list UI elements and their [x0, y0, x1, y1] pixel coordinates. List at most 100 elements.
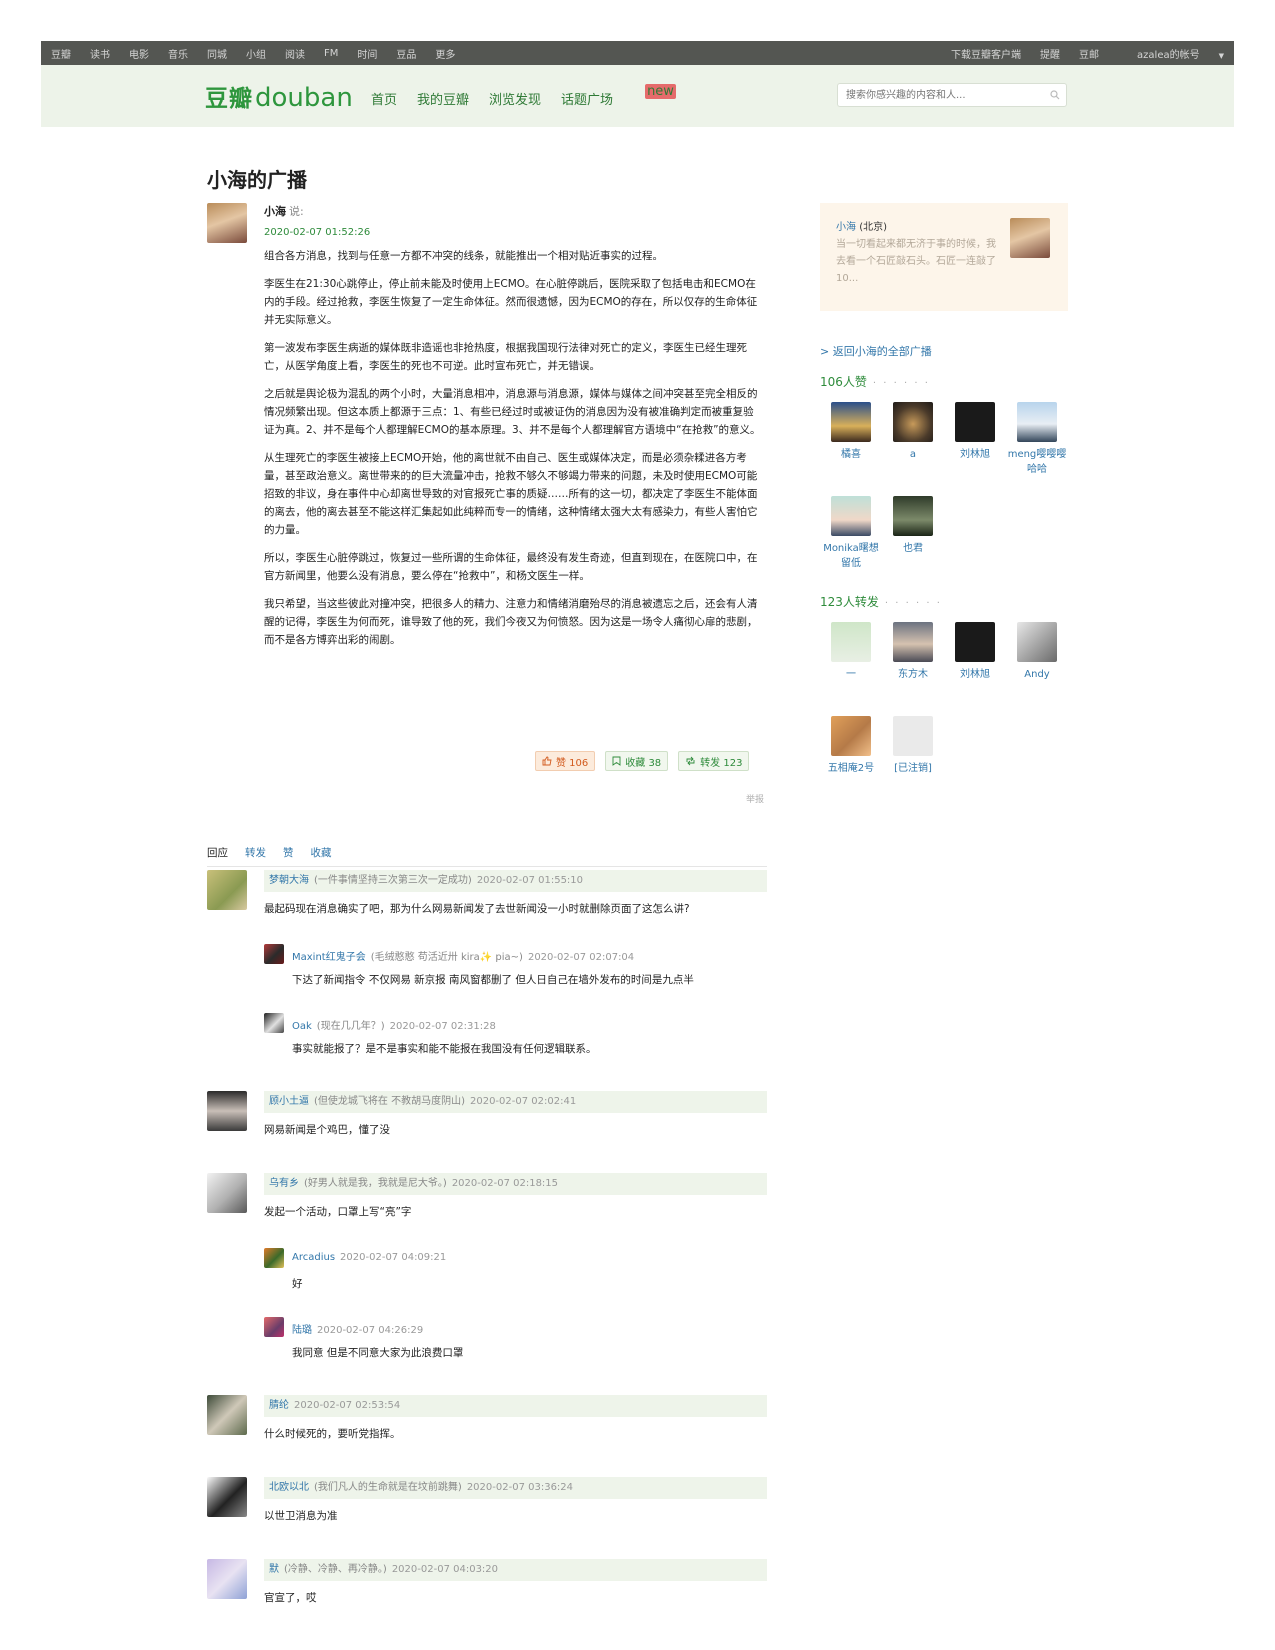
global-nav-local[interactable]: 同城	[207, 46, 227, 61]
mail-link[interactable]: 豆邮	[1079, 46, 1099, 61]
resharer-avatar[interactable]	[955, 622, 995, 662]
global-nav-music[interactable]: 音乐	[168, 46, 188, 61]
liker-name[interactable]: a	[882, 447, 944, 462]
liker-item[interactable]: 也君	[882, 496, 944, 556]
profile-avatar[interactable]	[1010, 218, 1050, 258]
resharer-item[interactable]: Andy	[1006, 622, 1068, 682]
liker-avatar[interactable]	[1017, 402, 1057, 442]
liker-avatar[interactable]	[831, 496, 871, 536]
nav-home[interactable]: 首页	[371, 89, 397, 108]
liker-avatar[interactable]	[831, 402, 871, 442]
global-nav-fm[interactable]: FM	[324, 48, 338, 59]
default-user-icon[interactable]	[893, 716, 933, 756]
report-link[interactable]: 举报	[746, 792, 764, 805]
liker-item[interactable]: 橘喜	[820, 402, 882, 462]
replier-name[interactable]: Oak	[292, 1021, 312, 1032]
resharer-avatar[interactable]	[893, 622, 933, 662]
liker-item[interactable]: Monika曙想留低	[820, 496, 882, 571]
tab-collects[interactable]: 收藏	[311, 845, 332, 866]
resharer-item[interactable]: 东方木	[882, 622, 944, 682]
tab-replies[interactable]: 回应	[207, 845, 228, 866]
post-paragraph: 我只希望，当这些彼此对撞冲突，把很多人的精力、注意力和情绪消磨殆尽的消息被遗忘之…	[264, 598, 758, 646]
liker-name[interactable]: 也君	[882, 541, 944, 556]
replier-avatar[interactable]	[264, 1317, 284, 1337]
commenter-avatar[interactable]	[207, 1173, 247, 1213]
resharer-name[interactable]: 东方木	[882, 667, 944, 682]
likes-count-label[interactable]: 106人赞	[820, 375, 867, 389]
commenter-avatar[interactable]	[207, 1559, 247, 1599]
liker-avatar[interactable]	[893, 496, 933, 536]
account-menu[interactable]: azalea的帐号 ▼	[1118, 46, 1224, 61]
liker-avatar[interactable]	[893, 402, 933, 442]
commenter-name[interactable]: 顾小土逼	[269, 1096, 309, 1107]
liker-item[interactable]: a	[882, 402, 944, 462]
liker-name[interactable]: meng嘤嘤嘤哈哈	[1006, 447, 1068, 477]
commenter-avatar[interactable]	[207, 1477, 247, 1517]
global-nav-movie[interactable]: 电影	[129, 46, 149, 61]
nav-explore[interactable]: 浏览发现	[489, 89, 541, 108]
replier-name[interactable]: Arcadius	[292, 1252, 335, 1263]
resharer-item[interactable]: 刘林旭	[944, 622, 1006, 682]
liker-name[interactable]: 刘林旭	[944, 447, 1006, 462]
nav-my-douban[interactable]: 我的豆瓣	[417, 89, 469, 108]
resharer-avatar[interactable]	[831, 622, 871, 662]
resharer-name[interactable]: 一	[820, 667, 882, 682]
global-nav-time[interactable]: 时间	[357, 46, 377, 61]
resharer-name[interactable]: 五相庵2号	[820, 761, 882, 776]
author-avatar[interactable]	[207, 203, 247, 243]
commenter-name[interactable]: 北欧以北	[269, 1482, 309, 1493]
tab-reshares[interactable]: 转发	[245, 845, 266, 866]
resharer-item[interactable]: [已注销]	[882, 716, 944, 776]
like-button[interactable]: 赞 106	[535, 751, 596, 771]
search-icon[interactable]	[1044, 90, 1066, 100]
liker-item[interactable]: meng嘤嘤嘤哈哈	[1006, 402, 1068, 477]
resharer-avatar[interactable]	[831, 716, 871, 756]
nav-topics[interactable]: 话题广场 new	[561, 84, 684, 108]
download-app-link[interactable]: 下载豆瓣客户端	[951, 46, 1021, 61]
replier-avatar[interactable]	[264, 1013, 284, 1033]
commenter-avatar[interactable]	[207, 870, 247, 910]
liker-avatar[interactable]	[955, 402, 995, 442]
logo-en: douban	[255, 83, 353, 113]
search-input[interactable]	[838, 85, 1044, 105]
collect-button[interactable]: 收藏 38	[605, 751, 669, 771]
global-nav-more[interactable]: 更多	[435, 46, 455, 61]
comment-header: 梦朝大海 (一件事情坚持三次第三次一定成功) 2020-02-07 01:55:10	[264, 870, 767, 892]
post-paragraph: 第一波发布李医生病逝的媒体既非造谣也非抢热度，根据我国现行法律对死亡的定义，李医…	[264, 342, 747, 372]
replier-avatar[interactable]	[264, 1248, 284, 1268]
replier-name[interactable]: 陆璐	[292, 1325, 312, 1336]
liker-name[interactable]: Monika曙想留低	[820, 541, 882, 571]
douban-logo[interactable]: 豆瓣 douban	[205, 79, 353, 113]
replier-avatar[interactable]	[264, 944, 284, 964]
global-nav-read[interactable]: 阅读	[285, 46, 305, 61]
global-nav-book[interactable]: 读书	[90, 46, 110, 61]
notifications-link[interactable]: 提醒	[1040, 46, 1060, 61]
back-to-all-link[interactable]: > 返回小海的全部广播	[820, 343, 932, 359]
author-name[interactable]: 小海	[264, 205, 286, 218]
reshares-count-label[interactable]: 123人转发	[820, 595, 879, 609]
resharer-name[interactable]: Andy	[1006, 667, 1068, 682]
commenter-name[interactable]: 乌有乡	[269, 1178, 299, 1189]
resharer-item[interactable]: 五相庵2号	[820, 716, 882, 776]
global-nav-group[interactable]: 小组	[246, 46, 266, 61]
comment-header: 北欧以北 (我们凡人的生命就是在坟前跳舞) 2020-02-07 03:36:24	[264, 1477, 767, 1499]
replier-name[interactable]: Maxint红鬼子会	[292, 952, 366, 963]
profile-name[interactable]: 小海	[836, 222, 856, 233]
liker-name[interactable]: 橘喜	[820, 447, 882, 462]
liker-item[interactable]: 刘林旭	[944, 402, 1006, 462]
comment-time: 2020-02-07 02:18:15	[451, 1178, 559, 1189]
global-nav-douban[interactable]: 豆瓣	[51, 46, 71, 61]
resharer-avatar[interactable]	[1017, 622, 1057, 662]
commenter-name[interactable]: 默	[269, 1564, 279, 1575]
commenter-name[interactable]: 梦朝大海	[269, 875, 309, 886]
resharer-item[interactable]: 一	[820, 622, 882, 682]
tab-likes[interactable]: 赞	[283, 845, 294, 866]
resharer-name[interactable]: 刘林旭	[944, 667, 1006, 682]
commenter-avatar[interactable]	[207, 1395, 247, 1435]
status-time[interactable]: 2020-02-07 01:52:26	[264, 227, 764, 238]
commenter-avatar[interactable]	[207, 1091, 247, 1131]
global-nav-market[interactable]: 豆品	[396, 46, 416, 61]
reshare-button[interactable]: 转发 123	[678, 751, 750, 771]
resharer-name[interactable]: [已注销]	[882, 761, 944, 776]
commenter-name[interactable]: 腈纶	[269, 1400, 289, 1411]
